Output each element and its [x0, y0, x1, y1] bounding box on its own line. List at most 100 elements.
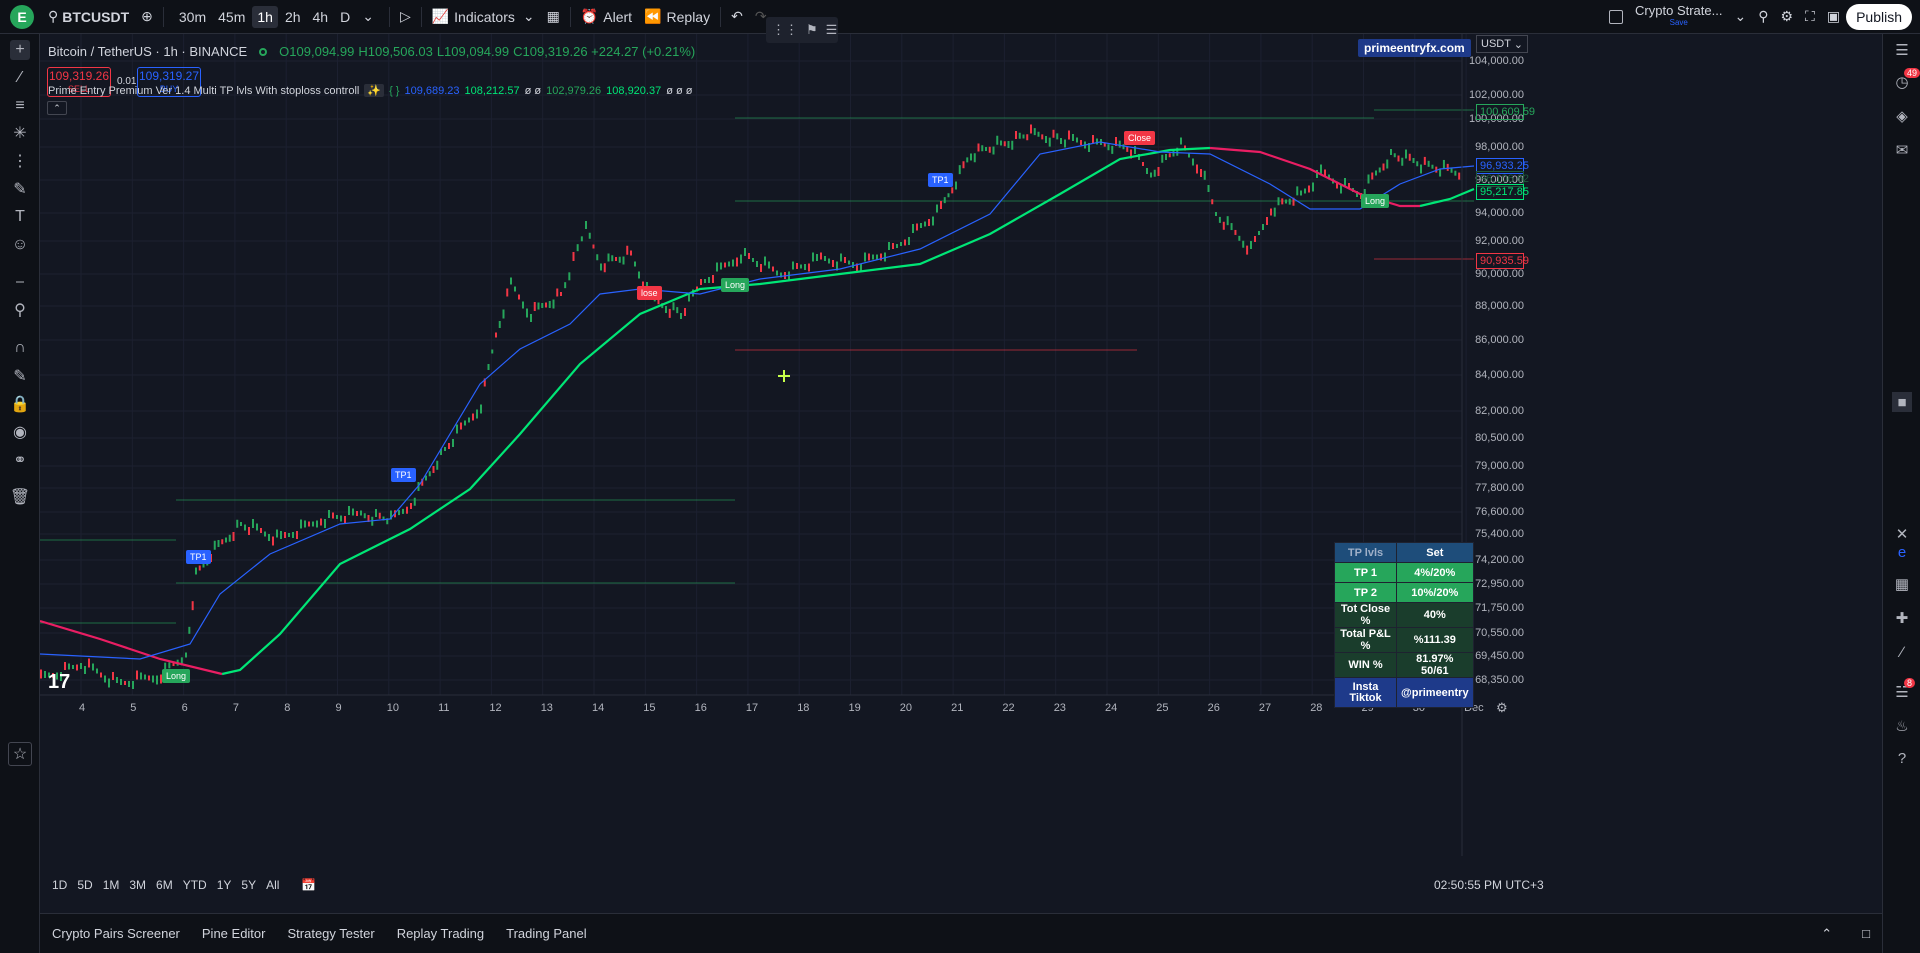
tab-pine-editor[interactable]: Pine Editor — [202, 926, 266, 941]
watchlist-icon[interactable]: ☰ — [1892, 40, 1912, 60]
indicators-button[interactable]: 📈 Indicators ⌄ — [426, 0, 541, 33]
fullscreen-icon[interactable]: ⛶ — [1799, 8, 1821, 25]
ideas-icon[interactable]: ■ — [1892, 392, 1912, 412]
tf-30m[interactable]: 30m — [174, 6, 211, 28]
layout-checkbox[interactable] — [1603, 9, 1629, 24]
candle — [406, 506, 408, 514]
signal-label[interactable]: TP1 — [928, 173, 953, 187]
signal-label[interactable]: Close — [1124, 131, 1156, 145]
settings-gear-icon[interactable]: ⚙ — [1774, 8, 1799, 25]
horizontal-lines-icon[interactable]: ≡ — [10, 96, 30, 116]
tf-1h[interactable]: 1h — [252, 5, 278, 28]
link-icon[interactable]: ⚭ — [10, 450, 30, 470]
compare-add-button[interactable]: ⊕ — [135, 0, 159, 33]
signal-icon[interactable]: ☱ 8 — [1892, 678, 1916, 702]
ruler-icon[interactable]: ⎯ — [10, 272, 30, 292]
lock-icon[interactable]: 🔒 — [10, 394, 30, 414]
calendar-icon[interactable]: 📅 — [301, 878, 316, 892]
tab-strategy-tester[interactable]: Strategy Tester — [287, 926, 374, 941]
candle — [116, 677, 118, 683]
clock-label[interactable]: 02:50:55 PM UTC+3 — [1434, 878, 1544, 892]
extension-e-icon[interactable]: e — [1892, 542, 1912, 562]
bell-icon[interactable]: ♨ — [1892, 716, 1912, 736]
range-5d[interactable]: 5D — [77, 878, 92, 892]
eye-icon[interactable]: ◉ — [10, 422, 30, 442]
price-chart[interactable]: 17 — [40, 34, 1882, 856]
tab-replay-trading[interactable]: Replay Trading — [397, 926, 484, 941]
tf-4h[interactable]: 4h — [308, 6, 334, 28]
signal-label[interactable]: Long — [1361, 194, 1390, 208]
templates-button[interactable]: ▦ — [541, 0, 566, 33]
tf-2h[interactable]: 2h — [280, 6, 306, 28]
range-all[interactable]: All — [266, 878, 279, 892]
symbol-search[interactable]: ⚲ BTCUSDT — [42, 0, 135, 33]
flag-icon[interactable]: ⚑ — [806, 22, 818, 38]
time-axis-settings-icon[interactable]: ⚙ — [1496, 700, 1508, 716]
tab-trading-panel[interactable]: Trading Panel — [506, 926, 586, 941]
trendline-icon[interactable]: ∕ — [10, 68, 30, 88]
indicator-source-icon[interactable]: { } — [389, 85, 399, 97]
tf-d[interactable]: D — [335, 6, 355, 28]
candle — [284, 532, 286, 538]
tp-row-value: %111.39 — [1396, 627, 1474, 653]
chevron-down-icon[interactable]: ⌄ — [1728, 8, 1752, 25]
collapse-legend-button[interactable]: ⌃ — [47, 101, 67, 115]
calendar-icon[interactable]: ▦ — [1892, 574, 1912, 594]
signal-label[interactable]: TP1 — [391, 468, 416, 482]
pencil-lock-icon[interactable]: ✎ — [10, 366, 30, 386]
magnet-icon[interactable]: ∩ — [10, 338, 30, 358]
close-icon[interactable]: ✕ — [1892, 524, 1912, 544]
candle — [518, 294, 520, 300]
range-1m[interactable]: 1M — [103, 878, 120, 892]
zoom-icon[interactable]: ⚲ — [10, 300, 30, 320]
emoji-icon[interactable]: ☺ — [10, 235, 30, 255]
symbol-title[interactable]: Bitcoin / TetherUS · 1h · BINANCE — [48, 44, 247, 59]
drag-handle-icon[interactable]: ⋮⋮ — [772, 22, 798, 38]
undo-button[interactable]: ↶ — [725, 0, 749, 33]
candles-type-button[interactable]: ▷ — [394, 0, 417, 33]
fib-icon[interactable]: ⋮ — [10, 151, 30, 171]
signal-label[interactable]: Long — [162, 669, 191, 683]
indicator-settings-icon[interactable]: ✨ — [364, 84, 385, 97]
chart-tool-icon[interactable]: ✚ — [1892, 608, 1912, 628]
collapse-panel-icon[interactable]: ⌃ — [1821, 926, 1832, 942]
camera-icon[interactable]: ▣ — [1821, 8, 1846, 25]
chevron-down-icon[interactable]: ⌄ — [357, 5, 379, 28]
replay-button[interactable]: ⏪ Replay — [638, 0, 716, 33]
range-1y[interactable]: 1Y — [217, 878, 232, 892]
publish-button[interactable]: Publish — [1846, 3, 1912, 30]
alerts-clock-icon[interactable]: ◷ 49 — [1892, 68, 1920, 92]
signal-label[interactable]: TP1 — [186, 550, 211, 564]
signal-label[interactable]: Long — [721, 278, 750, 292]
indicator-legend[interactable]: Prime Entry Premium Ver 1.4 Multi TP lvl… — [48, 84, 693, 97]
alert-button[interactable]: ⏰ Alert — [575, 0, 638, 33]
pitchfork-icon[interactable]: ✳ — [10, 123, 30, 143]
range-1d[interactable]: 1D — [52, 878, 67, 892]
trash-icon[interactable]: 🗑 — [10, 487, 30, 507]
account-logo[interactable]: E — [10, 4, 34, 29]
candle — [1192, 158, 1194, 166]
trend-icon[interactable]: ∕ — [1892, 642, 1912, 662]
chat-icon[interactable]: ✉ — [1892, 140, 1912, 160]
maximize-panel-icon[interactable]: □ — [1862, 926, 1870, 941]
layout-selector[interactable]: Crypto Strate... Save — [1629, 4, 1728, 29]
range-ytd[interactable]: YTD — [183, 878, 207, 892]
menu-icon[interactable]: ☰ — [826, 22, 838, 38]
currency-dropdown[interactable]: USDT ⌄ — [1476, 35, 1528, 53]
quick-search-icon[interactable]: ⚲ — [1752, 8, 1774, 25]
crosshair-icon[interactable]: + — [10, 40, 30, 60]
candle — [1161, 154, 1164, 163]
layers-icon[interactable]: ◈ — [1892, 106, 1912, 126]
range-5y[interactable]: 5Y — [241, 878, 256, 892]
range-3m[interactable]: 3M — [129, 878, 146, 892]
tab-crypto-pairs-screener[interactable]: Crypto Pairs Screener — [52, 926, 180, 941]
help-icon[interactable]: ? — [1892, 748, 1912, 768]
star-icon[interactable]: ☆ — [8, 742, 32, 766]
open-value: O109,094.99 — [279, 44, 355, 59]
range-6m[interactable]: 6M — [156, 878, 173, 892]
candle — [252, 519, 254, 528]
brush-icon[interactable]: ✎ — [10, 179, 30, 199]
tf-45m[interactable]: 45m — [213, 6, 250, 28]
signal-label[interactable]: lose — [637, 286, 662, 300]
text-icon[interactable]: T — [10, 207, 30, 227]
